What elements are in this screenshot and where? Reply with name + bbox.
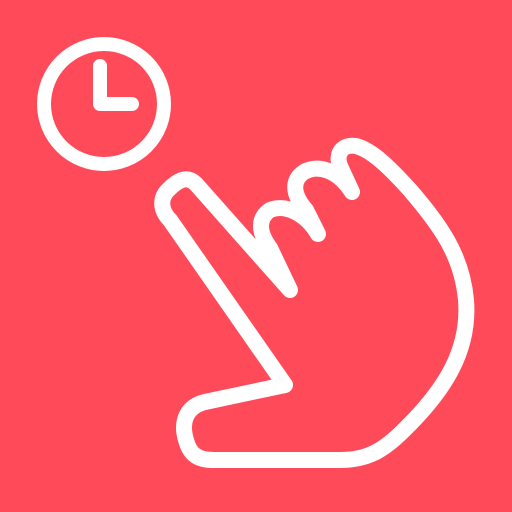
long-press-gesture-icon (0, 0, 512, 512)
long-press-icon-tile (0, 0, 512, 512)
